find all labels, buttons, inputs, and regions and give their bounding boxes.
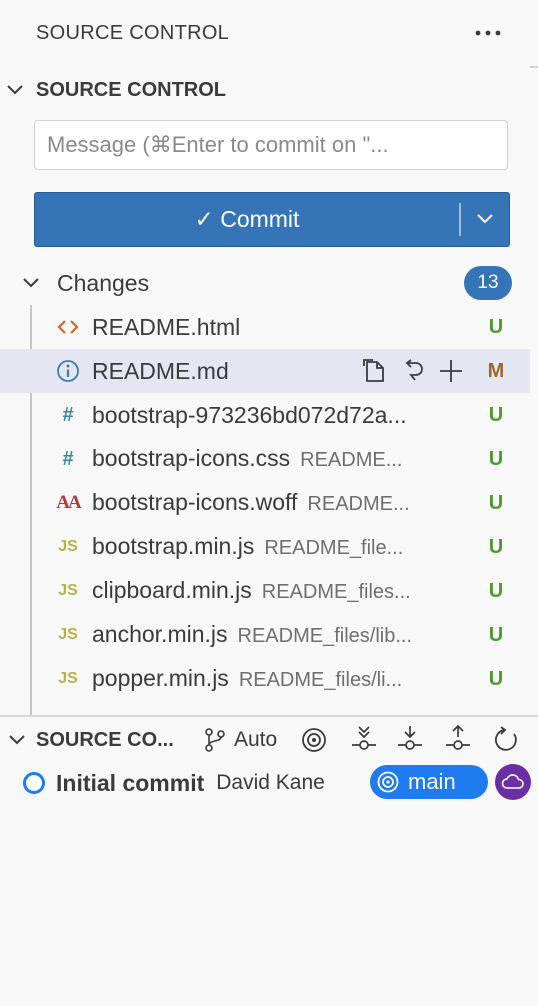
commit-author: David Kane	[216, 771, 325, 794]
file-row-bootstrap-css[interactable]: # bootstrap-973236bd072d72a... U	[0, 393, 530, 437]
file-row-clipboard-min-js[interactable]: JS clipboard.min.js README_files... U	[0, 569, 530, 613]
file-actions	[356, 349, 470, 393]
divider	[530, 66, 538, 68]
changes-group-header[interactable]: Changes 13	[22, 264, 512, 302]
commit-button[interactable]: ✓ Commit	[35, 193, 459, 245]
file-dir: README...	[307, 493, 410, 515]
file-row-readme-md[interactable]: README.md M	[0, 349, 530, 393]
file-dir: README_files/li...	[238, 669, 403, 691]
stage-changes-icon[interactable]	[432, 349, 470, 393]
file-row-bootstrap-min-js[interactable]: JS bootstrap.min.js README_file... U	[0, 525, 530, 569]
file-row-bootstrap-icons-woff[interactable]: AA bootstrap-icons.woff README... U	[0, 481, 530, 525]
pull-icon[interactable]	[394, 722, 426, 758]
file-row-anchor-min-js[interactable]: JS anchor.min.js README_files/lib... U	[0, 613, 530, 657]
file-dir: README_files...	[261, 581, 411, 603]
chevron-down-icon	[6, 84, 28, 96]
file-name: anchor.min.js README_files/lib...	[92, 621, 413, 647]
graph-commit-row[interactable]: Initial commit David Kane main	[22, 764, 531, 802]
target-icon[interactable]	[298, 722, 330, 758]
ellipsis-icon[interactable]	[472, 18, 504, 48]
status-untracked: U	[488, 404, 504, 426]
chevron-down-icon	[22, 277, 46, 289]
auto-label[interactable]: Auto	[234, 722, 277, 758]
chevron-down-icon	[476, 213, 494, 225]
js-icon: JS	[58, 538, 78, 555]
js-icon: JS	[58, 582, 78, 599]
file-dir: README_files/lib...	[237, 625, 413, 647]
changes-list: README.html U README.md M # bootstrap-97…	[0, 305, 538, 715]
status-untracked: U	[488, 448, 504, 470]
commit-node-icon	[22, 771, 46, 795]
file-row-popper-min-js[interactable]: JS popper.min.js README_files/li... U	[0, 657, 530, 701]
graph-section-header: SOURCE CO... Auto	[6, 722, 536, 758]
branch-icon[interactable]	[202, 722, 228, 758]
status-untracked: U	[488, 492, 504, 514]
status-untracked: U	[488, 580, 504, 602]
file-dir: README_file...	[264, 537, 404, 559]
divider	[0, 715, 538, 717]
chevron-down-icon[interactable]	[6, 722, 28, 758]
open-file-icon[interactable]	[356, 349, 394, 393]
info-icon	[54, 349, 82, 393]
file-row-readme-html[interactable]: README.html U	[0, 305, 530, 349]
status-modified: M	[487, 360, 505, 382]
commit-message-input[interactable]: Message (⌘Enter to commit on "...	[34, 120, 508, 170]
commit-message: Initial commit	[56, 769, 205, 796]
file-name: bootstrap.min.js README_file...	[92, 533, 404, 559]
css-icon: #	[62, 447, 74, 470]
branch-badge[interactable]: main	[370, 765, 488, 799]
file-row-bootstrap-icons-css[interactable]: # bootstrap-icons.css README... U	[0, 437, 530, 481]
file-name: bootstrap-973236bd072d72a...	[92, 402, 407, 428]
commit-dropdown-button[interactable]	[461, 193, 509, 245]
css-icon: #	[62, 403, 74, 426]
file-name: README.html	[92, 314, 241, 340]
html-icon	[54, 305, 82, 349]
changes-count-badge: 13	[464, 266, 512, 300]
panel-title: SOURCE CONTROL	[36, 22, 230, 44]
status-untracked: U	[488, 536, 504, 558]
file-name: bootstrap-icons.woff README...	[92, 489, 410, 515]
refresh-icon[interactable]	[490, 722, 522, 758]
js-icon: JS	[58, 626, 78, 643]
file-name: clipboard.min.js README_files...	[92, 577, 411, 603]
target-icon	[376, 770, 402, 794]
push-icon[interactable]	[442, 722, 474, 758]
status-untracked: U	[488, 668, 504, 690]
font-icon: AA	[56, 492, 81, 513]
file-dir: README...	[300, 449, 403, 471]
fetch-icon[interactable]	[348, 722, 380, 758]
cloud-icon[interactable]	[495, 764, 531, 800]
js-icon: JS	[58, 670, 78, 687]
graph-section-title[interactable]: SOURCE CO...	[36, 722, 174, 758]
changes-label: Changes	[57, 269, 150, 296]
file-name: README.md	[92, 358, 229, 384]
branch-name: main	[408, 769, 456, 794]
status-untracked: U	[488, 316, 504, 338]
repo-section-header[interactable]: SOURCE CONTROL	[6, 72, 226, 108]
file-name: popper.min.js README_files/li...	[92, 665, 403, 691]
discard-changes-icon[interactable]	[394, 349, 432, 393]
status-untracked: U	[488, 624, 504, 646]
repo-section-title: SOURCE CONTROL	[36, 78, 226, 101]
commit-button-group: ✓ Commit	[34, 192, 510, 247]
file-name: bootstrap-icons.css README...	[92, 445, 403, 471]
